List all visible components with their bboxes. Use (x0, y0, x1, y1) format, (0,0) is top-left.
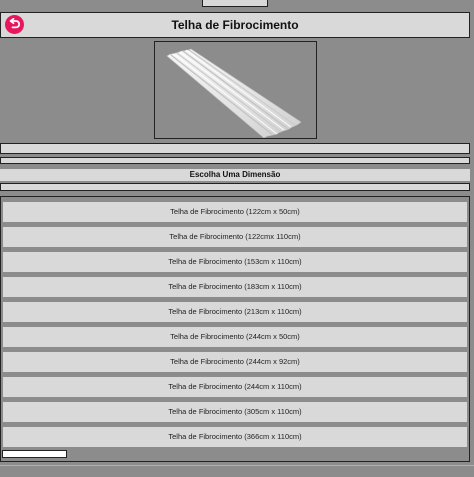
dimension-option[interactable]: Telha de Fibrocimento (366cm x 110cm) (3, 427, 467, 447)
product-image (154, 41, 317, 139)
bottom-input-box[interactable] (2, 450, 67, 458)
dimension-option[interactable]: Telha de Fibrocimento (244cm x 92cm) (3, 352, 467, 372)
dimension-option[interactable]: Telha de Fibrocimento (153cm x 110cm) (3, 252, 467, 272)
dimension-option[interactable]: Telha de Fibrocimento (183cm x 110cm) (3, 277, 467, 297)
dimension-option[interactable]: Telha de Fibrocimento (122cm x 50cm) (3, 202, 467, 222)
divider-bar-2 (0, 183, 470, 191)
header-bar: Telha de Fibrocimento (0, 12, 470, 38)
info-bar (0, 143, 470, 154)
dimension-option[interactable]: Telha de Fibrocimento (305cm x 110cm) (3, 402, 467, 422)
divider-bar (0, 157, 470, 164)
page-title: Telha de Fibrocimento (171, 18, 299, 32)
section-title: Escolha Uma Dimensão (0, 169, 470, 181)
top-tab (202, 0, 268, 7)
dimension-option[interactable]: Telha de Fibrocimento (122cmx 110cm) (3, 227, 467, 247)
dimension-option[interactable]: Telha de Fibrocimento (213cm x 110cm) (3, 302, 467, 322)
dimension-option[interactable]: Telha de Fibrocimento (244cm x 110cm) (3, 377, 467, 397)
bottom-divider (0, 465, 474, 466)
dimension-list: Telha de Fibrocimento (122cm x 50cm) Tel… (0, 196, 470, 462)
dimension-option[interactable]: Telha de Fibrocimento (244cm x 50cm) (3, 327, 467, 347)
